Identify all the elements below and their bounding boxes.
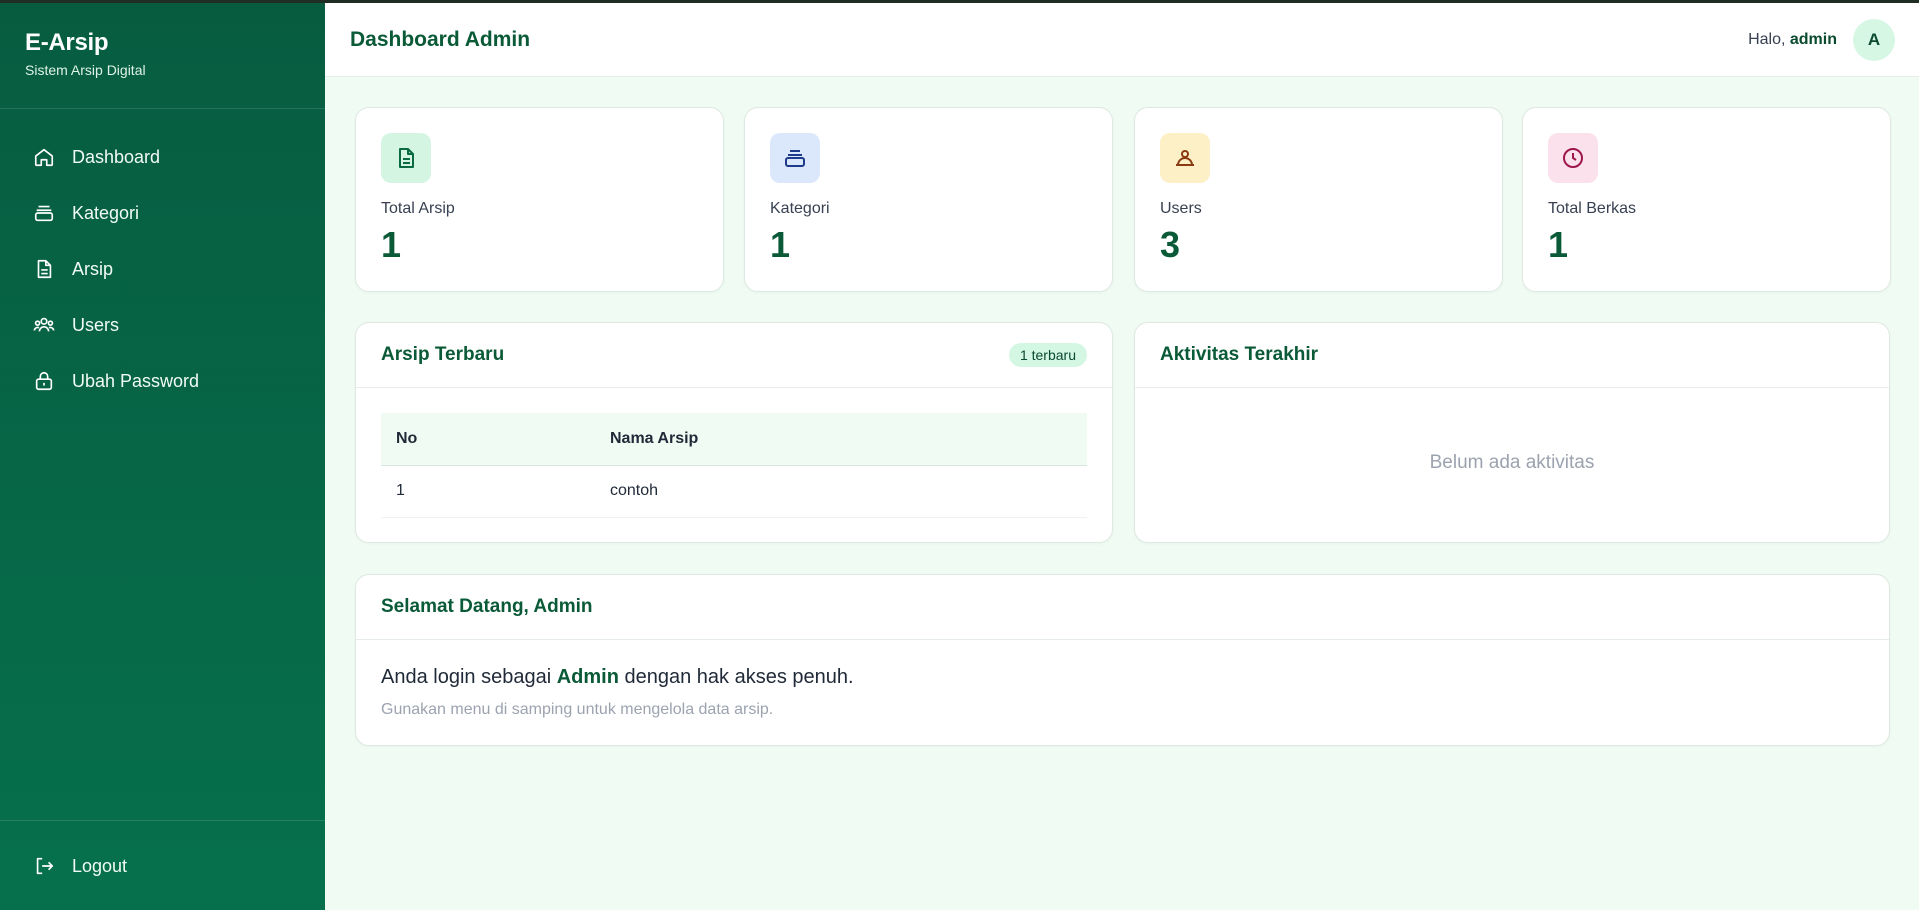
users-icon: [1160, 133, 1210, 183]
home-icon: [32, 145, 56, 169]
logout-section: Logout: [0, 820, 325, 910]
stat-value: 3: [1160, 224, 1181, 265]
welcome-hint: Gunakan menu di samping untuk mengelola …: [381, 701, 774, 718]
panel-header: Aktivitas Terakhir: [1135, 323, 1889, 388]
brand-title: E-Arsip: [25, 29, 109, 56]
role-name: Admin: [556, 666, 619, 688]
stat-value: 1: [1548, 224, 1569, 265]
panel-title: Selamat Datang, Admin: [381, 596, 593, 617]
stat-label: Kategori: [770, 200, 830, 217]
sidebar-item-label: Ubah Password: [72, 370, 200, 391]
greeting-prefix: Halo,: [1748, 30, 1790, 48]
table-cell: 1: [381, 465, 595, 518]
sidebar-item-dashboard[interactable]: Dashboard: [0, 129, 325, 185]
count-badge: 1 terbaru: [1008, 343, 1087, 367]
sidebar-item-arsip[interactable]: Arsip: [0, 241, 325, 297]
table-header-row: No Nama Arsip: [381, 413, 1087, 466]
sidebar-item-label: Kategori: [72, 202, 140, 223]
brand-subtitle: Sistem Arsip Digital: [25, 62, 146, 78]
column-header: No: [381, 413, 595, 466]
table-row[interactable]: 1 contoh: [381, 465, 1087, 518]
welcome-message: Anda login sebagai Admin dengan hak akse…: [381, 666, 1864, 689]
empty-state-message: Belum ada aktivitas: [1429, 452, 1595, 473]
stat-card-kategori: Kategori 1: [744, 107, 1113, 292]
welcome-prefix: Anda login sebagai: [381, 666, 557, 688]
sidebar-item-ubah-password[interactable]: Ubah Password: [0, 353, 325, 409]
stat-value: 1: [770, 224, 791, 265]
panel-header: Arsip Terbaru 1 terbaru: [356, 323, 1112, 388]
logout-icon: [32, 854, 56, 878]
sidebar-item-label: Dashboard: [72, 146, 161, 167]
recent-archives-table: No Nama Arsip 1 contoh: [381, 413, 1087, 518]
users-icon: [32, 313, 56, 337]
document-icon: [381, 133, 431, 183]
greeting: Halo, admin: [1748, 31, 1837, 49]
stat-label: Total Arsip: [381, 200, 455, 217]
avatar[interactable]: A: [1853, 18, 1895, 61]
stat-value: 1: [381, 224, 402, 265]
stat-label: Users: [1160, 200, 1202, 217]
sidebar: E-Arsip Sistem Arsip Digital Dashboard K…: [0, 0, 325, 910]
sidebar-item-kategori[interactable]: Kategori: [0, 185, 325, 241]
page-title: Dashboard Admin: [350, 27, 531, 51]
brand: E-Arsip Sistem Arsip Digital: [0, 3, 325, 109]
topbar: Dashboard Admin Halo, admin A: [325, 0, 1919, 77]
welcome-panel: Selamat Datang, Admin Anda login sebagai…: [355, 574, 1890, 746]
stat-label: Total Berkas: [1548, 200, 1637, 217]
clock-icon: [1548, 133, 1598, 183]
layers-icon: [32, 201, 56, 225]
table-cell: contoh: [595, 465, 1087, 518]
username: admin: [1789, 30, 1837, 48]
sidebar-item-label: Users: [72, 314, 120, 335]
logout-label: Logout: [72, 855, 128, 876]
sidebar-nav: Dashboard Kategori Arsip Users Ubah Pass…: [0, 109, 325, 409]
panel-title: Arsip Terbaru: [381, 344, 505, 365]
lock-icon: [32, 369, 56, 393]
column-header: Nama Arsip: [595, 413, 1087, 466]
layers-icon: [770, 133, 820, 183]
stat-card-users: Users 3: [1134, 107, 1503, 292]
logout-button[interactable]: Logout: [0, 821, 325, 910]
stat-card-total-arsip: Total Arsip 1: [355, 107, 724, 292]
stat-card-total-berkas: Total Berkas 1: [1522, 107, 1891, 292]
sidebar-item-label: Arsip: [72, 258, 114, 279]
user-area: Halo, admin A: [1748, 18, 1895, 61]
recent-activity-panel: Aktivitas Terakhir Belum ada aktivitas: [1134, 322, 1890, 543]
panel-title: Aktivitas Terakhir: [1160, 344, 1319, 365]
sidebar-item-users[interactable]: Users: [0, 297, 325, 353]
panel-header: Selamat Datang, Admin: [356, 575, 1889, 640]
document-icon: [32, 257, 56, 281]
welcome-suffix: dengan hak akses penuh.: [618, 666, 854, 688]
recent-archives-panel: Arsip Terbaru 1 terbaru No Nama Arsip 1 …: [355, 322, 1113, 543]
